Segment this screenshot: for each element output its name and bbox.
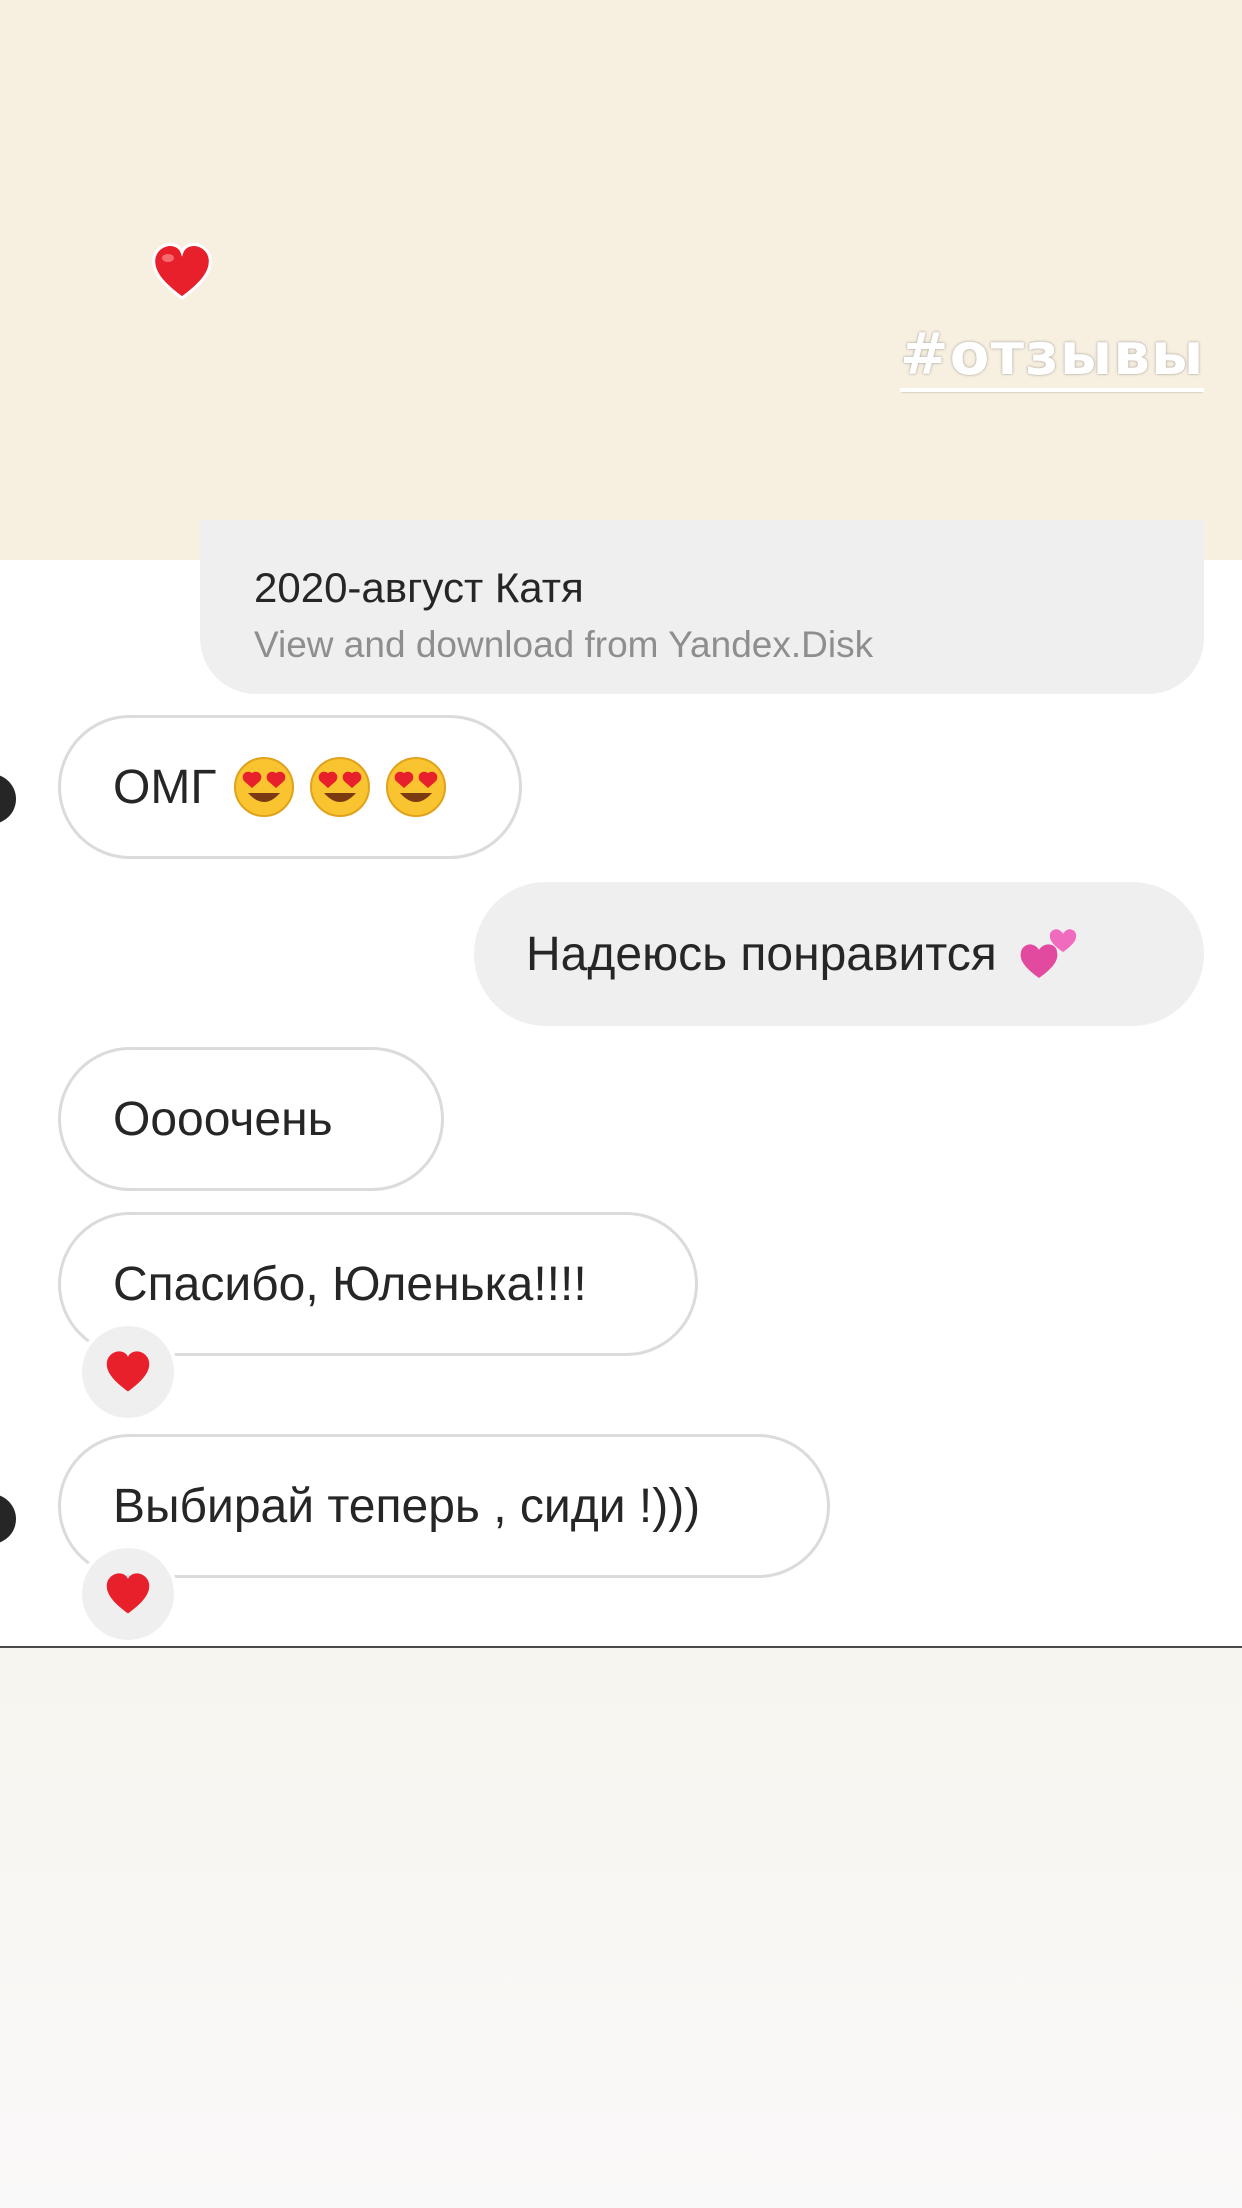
message-bubble-outgoing[interactable]: Надеюсь понравится: [474, 882, 1204, 1026]
story-background-bottom: [0, 1648, 1242, 2208]
heart-reaction-icon[interactable]: [78, 1322, 178, 1422]
message-text: Выбирай теперь , сиди !))): [113, 1479, 701, 1533]
link-preview-title: 2020-август Катя: [254, 564, 584, 611]
avatar[interactable]: [0, 774, 16, 824]
link-preview-card[interactable]: 2020-август Катя View and download from …: [200, 520, 1204, 694]
heart-eyes-emoji-icon: [308, 755, 372, 819]
two-hearts-emoji-icon: [1017, 922, 1081, 986]
hashtag-sticker[interactable]: #отзывы: [900, 320, 1205, 392]
message-bubble-incoming[interactable]: ОМГ: [58, 715, 522, 859]
avatar[interactable]: [0, 1494, 16, 1544]
message-bubble-incoming[interactable]: Выбирай теперь , сиди !))): [58, 1434, 830, 1578]
heart-sticker-icon: [150, 240, 214, 304]
message-text: ОМГ: [113, 760, 217, 814]
chat-screenshot: 2020-август Катя View and download from …: [0, 520, 1242, 1648]
link-preview-subtitle: View and download from Yandex.Disk: [254, 624, 874, 665]
heart-eyes-emoji-icon: [384, 755, 448, 819]
message-text: Оооочень: [113, 1092, 333, 1146]
message-text: Надеюсь понравится: [526, 927, 997, 981]
message-bubble-incoming[interactable]: Оооочень: [58, 1047, 444, 1191]
message-text: Спасибо, Юленька!!!!: [113, 1257, 587, 1311]
heart-reaction-icon[interactable]: [78, 1544, 178, 1644]
heart-eyes-emoji-icon: [232, 755, 296, 819]
